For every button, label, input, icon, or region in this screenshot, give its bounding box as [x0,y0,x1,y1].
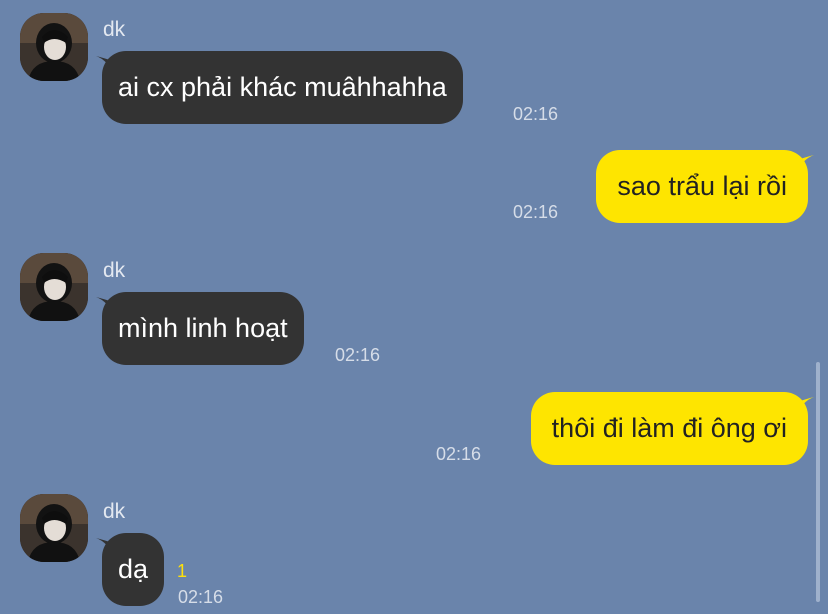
message-timestamp: 02:16 [335,345,381,365]
avatar[interactable] [20,13,88,81]
message-bubble-outgoing[interactable]: thôi đi làm đi ông ơi [530,392,808,465]
unread-count: 1 [177,561,188,581]
avatar[interactable] [20,494,88,562]
avatar[interactable] [20,253,88,321]
message-bubble-outgoing[interactable]: sao trẩu lại rồi [596,150,808,223]
message-timestamp: 02:16 [513,104,559,124]
chat-view[interactable]: dk ai cx phải khác muâhhahha 02:16 sao t… [0,0,828,614]
message-timestamp: 02:16 [178,587,224,607]
scrollbar[interactable] [816,362,820,602]
sender-name: dk [103,500,126,523]
message-bubble-incoming[interactable]: ai cx phải khác muâhhahha [102,51,463,124]
sender-name: dk [103,259,126,282]
message-timestamp: 02:16 [513,202,559,222]
sender-name: dk [103,18,126,41]
message-timestamp: 02:16 [436,444,482,464]
message-bubble-incoming[interactable]: mình linh hoạt [102,292,304,365]
message-bubble-incoming[interactable]: dạ [102,533,165,606]
